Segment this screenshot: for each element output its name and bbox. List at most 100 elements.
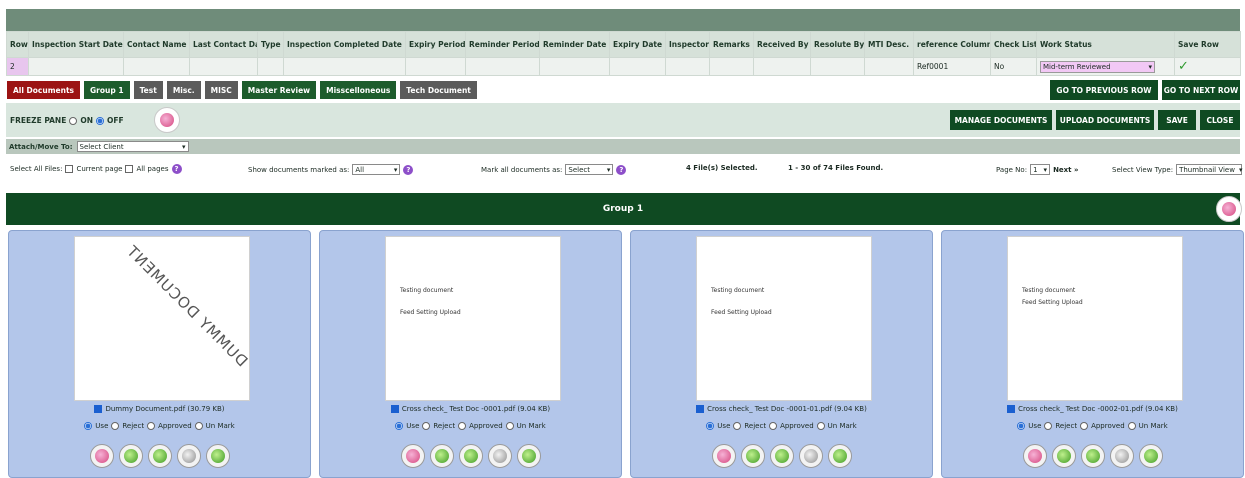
rotate-right-icon[interactable] — [147, 444, 172, 468]
check-list-cell: No — [990, 57, 1037, 76]
column-header: Contact Name — [123, 31, 190, 58]
image-icon[interactable] — [1138, 444, 1163, 468]
document-card[interactable]: Testing document Feed Setting Upload Cro… — [319, 230, 622, 478]
discuss-icon[interactable] — [154, 107, 180, 133]
image-icon[interactable] — [827, 444, 852, 468]
comment-icon[interactable] — [711, 444, 736, 468]
tab-misc[interactable]: Misc. — [165, 80, 202, 100]
use-radio[interactable] — [1017, 422, 1026, 430]
approved-radio[interactable] — [769, 422, 778, 430]
edit-icon[interactable] — [176, 444, 201, 468]
table-cell — [539, 57, 610, 76]
document-filename: Cross check_ Test Doc -0001.pdf (9.04 KB… — [401, 405, 551, 413]
document-thumbnail[interactable]: Testing document Feed Setting Upload — [1007, 236, 1183, 401]
freeze-off-radio[interactable] — [96, 116, 104, 125]
tab-tech-document[interactable]: Tech Document — [399, 80, 478, 100]
upload-documents-button[interactable]: UPLOAD DOCUMENTS — [1056, 110, 1154, 130]
tab-all-documents[interactable]: All Documents — [6, 80, 82, 100]
comment-icon[interactable] — [89, 444, 114, 468]
save-button[interactable]: SAVE — [1158, 110, 1196, 130]
document-checkbox[interactable] — [1007, 405, 1016, 413]
approved-radio[interactable] — [147, 422, 156, 430]
discuss-icon[interactable] — [1216, 196, 1242, 222]
unmark-radio[interactable] — [194, 422, 203, 430]
use-label: Use — [717, 422, 731, 430]
work-status-select[interactable]: Mid-term Reviewed ▾ — [1040, 60, 1155, 73]
rotate-left-icon[interactable] — [740, 444, 765, 468]
document-card[interactable]: Testing document Feed Setting Upload Cro… — [630, 230, 933, 478]
files-found-count: 1 - 30 of 74 Files Found. — [788, 164, 884, 172]
rotate-right-icon[interactable] — [458, 444, 483, 468]
document-checkbox[interactable] — [696, 405, 705, 413]
client-select[interactable]: Select Client ▾ — [76, 141, 189, 152]
image-icon[interactable] — [516, 444, 541, 468]
next-row-button[interactable]: GO TO NEXT ROW — [1162, 80, 1240, 100]
document-thumbnail[interactable]: Testing document Feed Setting Upload — [385, 236, 561, 401]
unmark-radio[interactable] — [1127, 422, 1136, 430]
comment-icon[interactable] — [1022, 444, 1047, 468]
document-checkbox[interactable] — [94, 405, 103, 413]
table-cell — [665, 57, 710, 76]
approved-label: Approved — [469, 422, 503, 430]
rotate-left-icon[interactable] — [1051, 444, 1076, 468]
mark-options: Use Reject Approved Un Mark — [320, 422, 621, 430]
table-row[interactable]: 2 Ref0001 No Mid-term Reviewed ▾ ✓ — [6, 57, 1241, 76]
tab-misscelloneous[interactable]: Misscelloneous — [319, 80, 398, 100]
table-cell — [810, 57, 865, 76]
document-filename: Dummy Document.pdf (30.79 KB) — [105, 405, 225, 413]
unmark-radio[interactable] — [505, 422, 514, 430]
freeze-on-radio[interactable] — [69, 116, 78, 125]
edit-icon[interactable] — [798, 444, 823, 468]
document-filename: Cross check_ Test Doc -0002-01.pdf (9.04… — [1018, 405, 1178, 413]
unmark-radio[interactable] — [816, 422, 825, 430]
tab-group-1[interactable]: Group 1 — [83, 80, 131, 100]
use-radio[interactable] — [84, 422, 93, 430]
close-button[interactable]: CLOSE — [1200, 110, 1240, 130]
rotate-left-icon[interactable] — [429, 444, 454, 468]
column-header: Inspector — [665, 31, 710, 58]
document-thumbnail[interactable]: Testing document Feed Setting Upload — [696, 236, 872, 401]
help-icon[interactable]: ? — [403, 164, 414, 175]
tab-test[interactable]: Test — [132, 80, 164, 100]
image-icon[interactable] — [205, 444, 230, 468]
rotate-right-icon[interactable] — [769, 444, 794, 468]
use-radio[interactable] — [706, 422, 715, 430]
approved-label: Approved — [158, 422, 192, 430]
previous-row-button[interactable]: GO TO PREVIOUS ROW — [1050, 80, 1158, 100]
checkmark-icon[interactable]: ✓ — [1178, 59, 1189, 74]
thumbnail-line: Testing document — [1022, 287, 1076, 294]
table-cell — [123, 57, 190, 76]
mark-all-label: Mark all documents as: — [481, 165, 563, 174]
document-card[interactable]: Testing document Feed Setting Upload Cro… — [941, 230, 1244, 478]
approved-radio[interactable] — [1080, 422, 1089, 430]
reject-radio[interactable] — [733, 422, 742, 430]
use-radio[interactable] — [395, 422, 404, 430]
tab-master-review[interactable]: Master Review — [240, 80, 318, 100]
rotate-right-icon[interactable] — [1080, 444, 1105, 468]
page-number-select[interactable]: 1 ▾ — [1030, 164, 1051, 175]
rotate-left-icon[interactable] — [118, 444, 143, 468]
document-thumbnail[interactable]: DUMMY DOCUMENT — [74, 236, 251, 401]
reject-radio[interactable] — [111, 422, 120, 430]
comment-icon[interactable] — [400, 444, 425, 468]
reject-label: Reject — [744, 422, 767, 430]
show-marked-select[interactable]: All ▾ — [352, 164, 401, 175]
reject-radio[interactable] — [1044, 422, 1053, 430]
approved-radio[interactable] — [458, 422, 467, 430]
help-icon[interactable]: ? — [616, 164, 627, 175]
edit-icon[interactable] — [1109, 444, 1134, 468]
mark-all-select[interactable]: Select ▾ — [565, 164, 614, 175]
help-icon[interactable]: ? — [171, 164, 182, 174]
document-card[interactable]: DUMMY DOCUMENT Dummy Document.pdf (30.79… — [8, 230, 311, 478]
all-pages-checkbox[interactable] — [125, 165, 134, 173]
view-type-select[interactable]: Thumbnail View ▾ — [1176, 164, 1242, 175]
chevron-down-icon: ▾ — [181, 142, 186, 151]
manage-documents-button[interactable]: MANAGE DOCUMENTS — [950, 110, 1052, 130]
tab-misc-upper[interactable]: MISC — [203, 80, 239, 100]
edit-icon[interactable] — [487, 444, 512, 468]
current-page-checkbox[interactable] — [65, 165, 74, 173]
next-page-link[interactable]: Next » — [1053, 166, 1078, 174]
document-checkbox[interactable] — [390, 405, 399, 413]
top-strip — [0, 0, 1245, 9]
reject-radio[interactable] — [422, 422, 431, 430]
